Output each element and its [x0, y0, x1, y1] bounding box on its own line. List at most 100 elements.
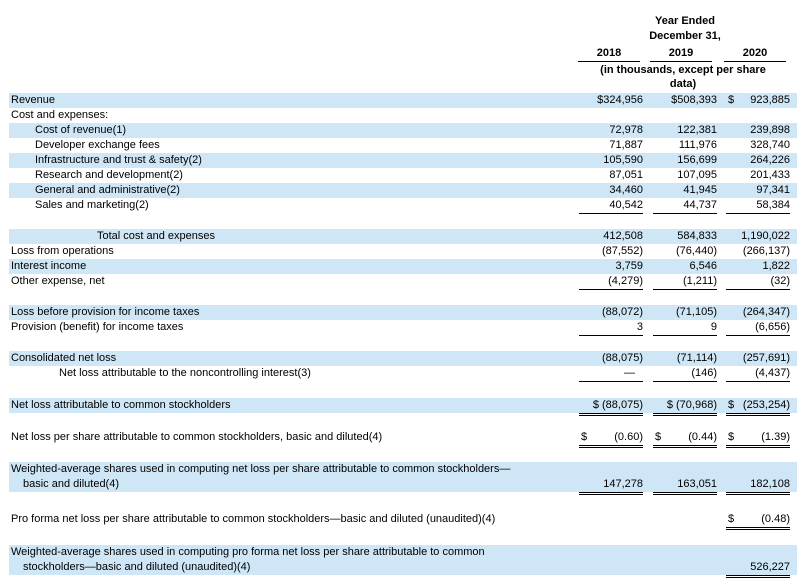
header-december: December 31,	[649, 30, 721, 42]
row-label-continued: stockholders—basic and diluted (unaudite…	[23, 561, 251, 573]
row-noncontrolling: Net loss attributable to the noncontroll…	[9, 366, 797, 382]
value-2018: $324,956	[597, 94, 643, 106]
row-developer-exchange: Developer exchange fees 71,887 111,976 3…	[9, 138, 797, 153]
value-2018: (4,279)	[579, 274, 643, 290]
dollar-sign: $	[728, 94, 735, 106]
row-label: Research and development(2)	[35, 169, 183, 181]
row-label: Net loss attributable to common stockhol…	[11, 399, 231, 411]
row-cost-header: Cost and expenses:	[9, 108, 797, 123]
row-pro-forma-eps: Pro forma net loss per share attributabl…	[9, 512, 797, 530]
value-2018: 147,278	[579, 477, 643, 495]
row-total-cost: Total cost and expenses 412,508 584,833 …	[9, 229, 797, 244]
row-label: Other expense, net	[11, 275, 105, 287]
row-label: Cost of revenue(1)	[35, 124, 127, 136]
value-2019: $508,393	[671, 94, 717, 106]
value-2020: $ (1.39)	[726, 430, 790, 448]
value-2020: (6,656)	[726, 320, 790, 336]
row-label: Net loss per share attributable to commo…	[11, 431, 383, 443]
value-2019: 44,737	[653, 198, 717, 214]
value-2018: 71,887	[609, 139, 643, 151]
value-2019: 163,051	[653, 477, 717, 495]
value-2019: (76,440)	[676, 245, 717, 257]
value-2020: (4,437)	[726, 366, 790, 382]
row-label: Revenue	[11, 94, 56, 106]
row-revenue: Revenue $324,956 $508,393 $923,885	[9, 93, 797, 108]
value-2018: 40,542	[579, 198, 643, 214]
value-2018: 412,508	[603, 230, 643, 242]
value-2018: 3,759	[615, 260, 643, 272]
row-label: Sales and marketing(2)	[35, 199, 149, 211]
value-2018: (88,072)	[602, 306, 643, 318]
value-2020: 1,190,022	[741, 230, 790, 242]
value-2019: 41,945	[683, 184, 717, 196]
value-2020: 526,227	[726, 560, 790, 578]
value-2020: (264,347)	[742, 306, 790, 318]
year-2018: 2018	[578, 47, 640, 62]
row-pro-forma-shares: Weighted-average shares used in computin…	[9, 545, 797, 578]
row-label: Weighted-average shares used in computin…	[11, 546, 485, 558]
row-eps: Net loss per share attributable to commo…	[9, 430, 797, 448]
row-label: Interest income	[11, 260, 87, 272]
dollar-sign: $	[728, 399, 735, 411]
value-2018: 34,460	[609, 184, 643, 196]
value-2020: 201,433	[750, 169, 790, 181]
row-label: Consolidated net loss	[11, 352, 117, 364]
value-2019: $ (0.44)	[653, 430, 717, 448]
value-2019: $ (70,968)	[653, 398, 717, 416]
value-2020: 58,384	[726, 198, 790, 214]
dollar-sign: $	[655, 431, 662, 443]
value-2019: (71,105)	[676, 306, 717, 318]
value-2020: 97,341	[756, 184, 790, 196]
row-label: Weighted-average shares used in computin…	[11, 463, 511, 475]
value-2018: (88,075)	[602, 352, 643, 364]
row-other-expense: Other expense, net (4,279) (1,211) (32)	[9, 274, 797, 290]
row-label-continued: basic and diluted(4)	[23, 478, 120, 490]
row-label: General and administrative(2)	[35, 184, 180, 196]
year-2019: 2019	[650, 47, 712, 62]
row-label: Total cost and expenses	[97, 230, 216, 242]
row-loss-before-tax: Loss before provision for income taxes (…	[9, 305, 797, 320]
value-2018: 105,590	[603, 154, 643, 166]
dollar-sign: $	[581, 431, 588, 443]
value-2020: $ (253,254)	[726, 398, 790, 416]
row-label: Provision (benefit) for income taxes	[11, 321, 184, 333]
value-2019: (146)	[653, 366, 717, 382]
row-sales-marketing: Sales and marketing(2) 40,542 44,737 58,…	[9, 198, 797, 214]
dollar-sign: $	[728, 513, 735, 525]
value-2018: $ (88,075)	[579, 398, 643, 416]
value-2020: $ (0.48)	[726, 512, 790, 530]
value-2020: (257,691)	[742, 352, 790, 364]
value-2018: 3	[579, 320, 643, 336]
row-weighted-shares: Weighted-average shares used in computin…	[9, 462, 797, 495]
value-2018: $ (0.60)	[579, 430, 643, 448]
row-consolidated-net-loss: Consolidated net loss (88,075) (71,114) …	[9, 351, 797, 366]
row-provision: Provision (benefit) for income taxes 3 9…	[9, 320, 797, 336]
value-2020: (32)	[726, 274, 790, 290]
units-note-line2: data)	[669, 78, 697, 90]
row-label: Developer exchange fees	[35, 139, 160, 151]
value-2019: (71,114)	[676, 352, 717, 364]
row-interest-income: Interest income 3,759 6,546 1,822	[9, 259, 797, 274]
row-label: Infrastructure and trust & safety(2)	[35, 154, 202, 166]
value-2019: 122,381	[677, 124, 717, 136]
value-2020: (266,137)	[742, 245, 790, 257]
row-cost-of-revenue: Cost of revenue(1) 72,978 122,381 239,89…	[9, 123, 797, 138]
row-net-loss-common: Net loss attributable to common stockhol…	[9, 398, 797, 416]
value-2020: 1,822	[762, 260, 790, 272]
value-2019: 9	[653, 320, 717, 336]
value-2019: 111,976	[678, 139, 717, 151]
row-label: Net loss attributable to the noncontroll…	[59, 367, 311, 379]
row-label: Loss from operations	[11, 245, 114, 257]
value-2020: 182,108	[726, 477, 790, 495]
row-label: Cost and expenses:	[11, 109, 109, 121]
value-2020: 328,740	[750, 139, 790, 151]
dollar-sign: $	[728, 431, 735, 443]
value-2019: 107,095	[677, 169, 717, 181]
value-2020: $923,885	[728, 94, 790, 106]
value-2019: 6,546	[689, 260, 717, 272]
value-2019: 156,699	[677, 154, 717, 166]
units-note-line1: (in thousands, except per share	[600, 64, 766, 76]
value-2019: 584,833	[677, 230, 717, 242]
row-loss-from-operations: Loss from operations (87,552) (76,440) (…	[9, 244, 797, 259]
row-infrastructure: Infrastructure and trust & safety(2) 105…	[9, 153, 797, 168]
